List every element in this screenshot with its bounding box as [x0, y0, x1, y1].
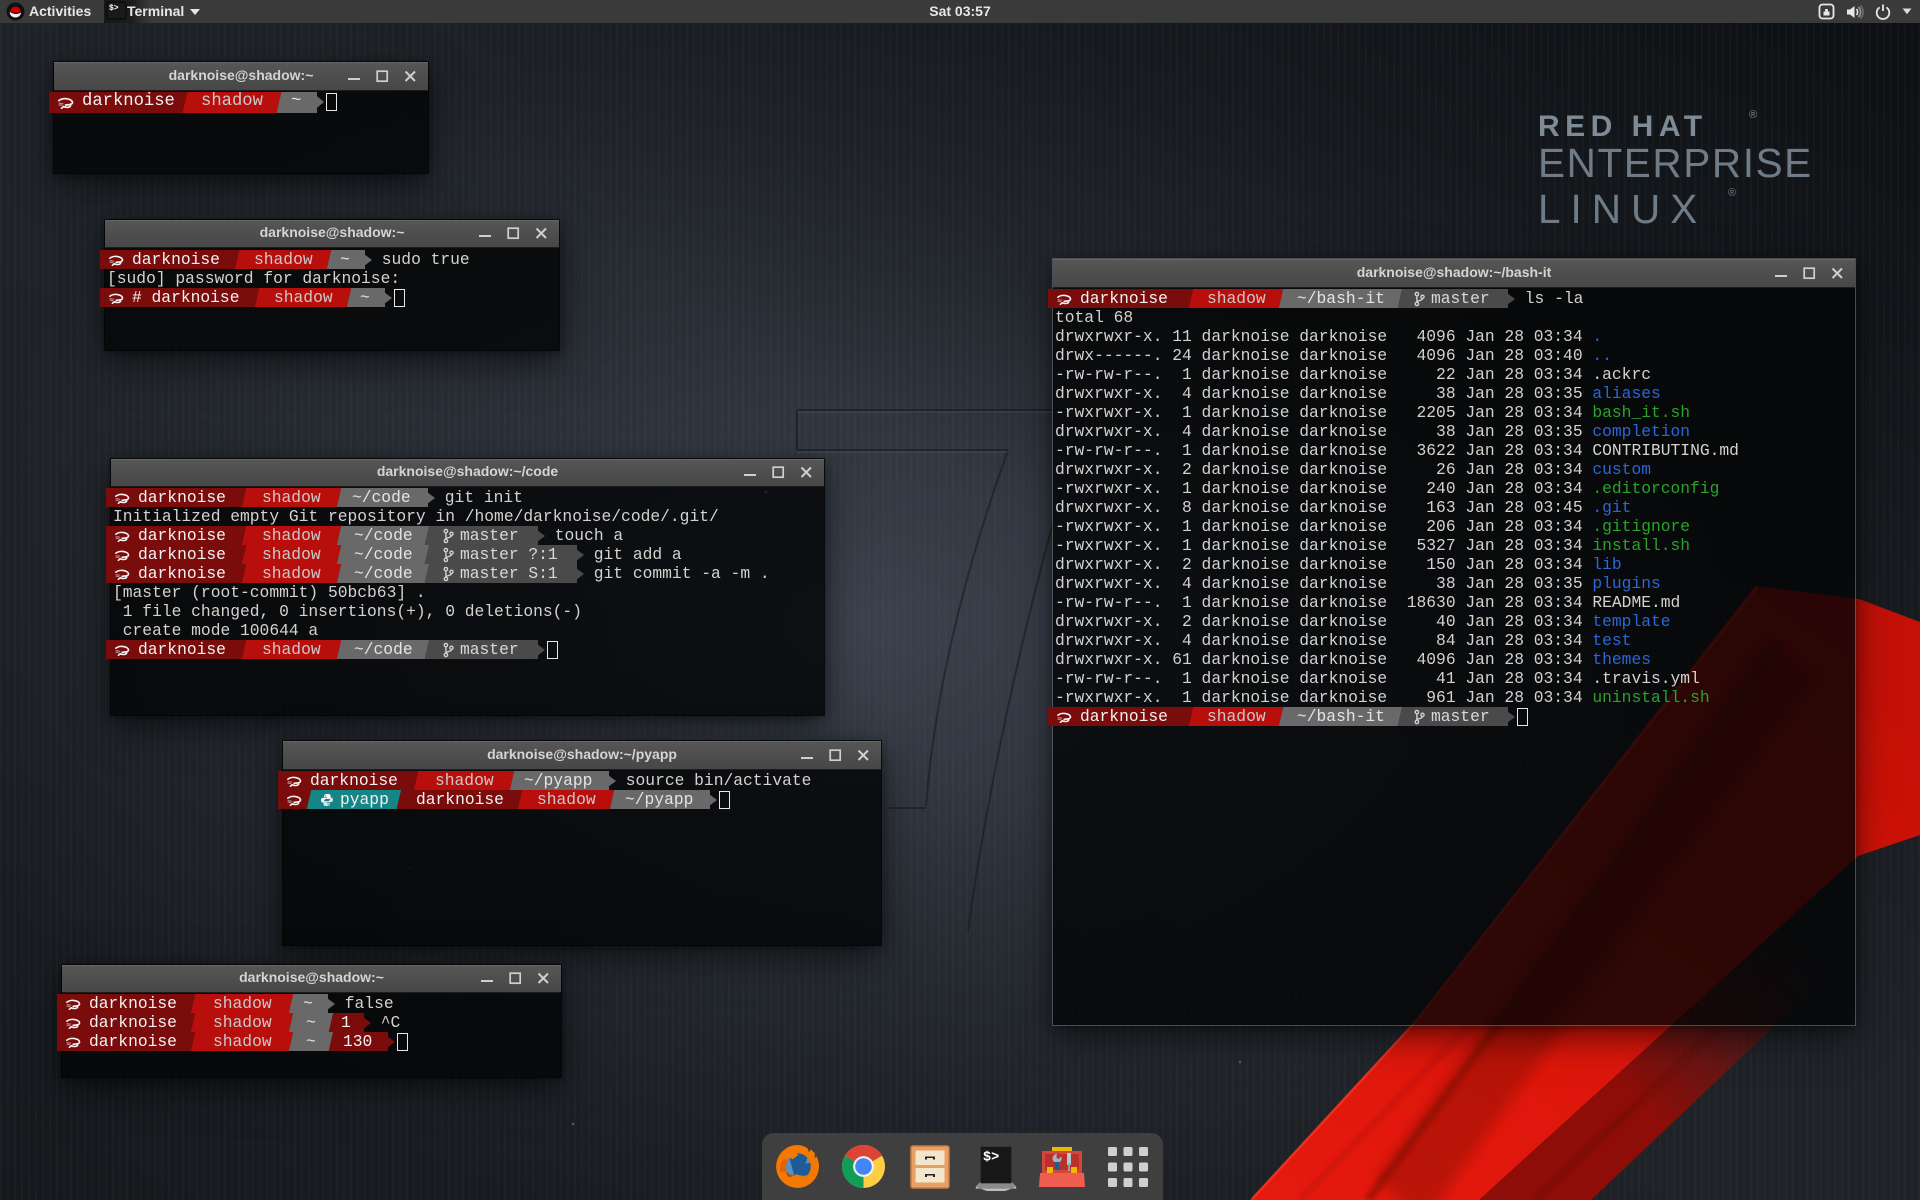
svg-text:RED HAT: RED HAT [1538, 110, 1708, 143]
svg-text:®: ® [1749, 109, 1757, 121]
svg-text:$>: $> [983, 1150, 999, 1165]
svg-text:ENTERPRISE: ENTERPRISE [1538, 140, 1813, 186]
svg-text:LINUX: LINUX [1538, 186, 1707, 232]
svg-text:®: ® [1728, 187, 1736, 199]
